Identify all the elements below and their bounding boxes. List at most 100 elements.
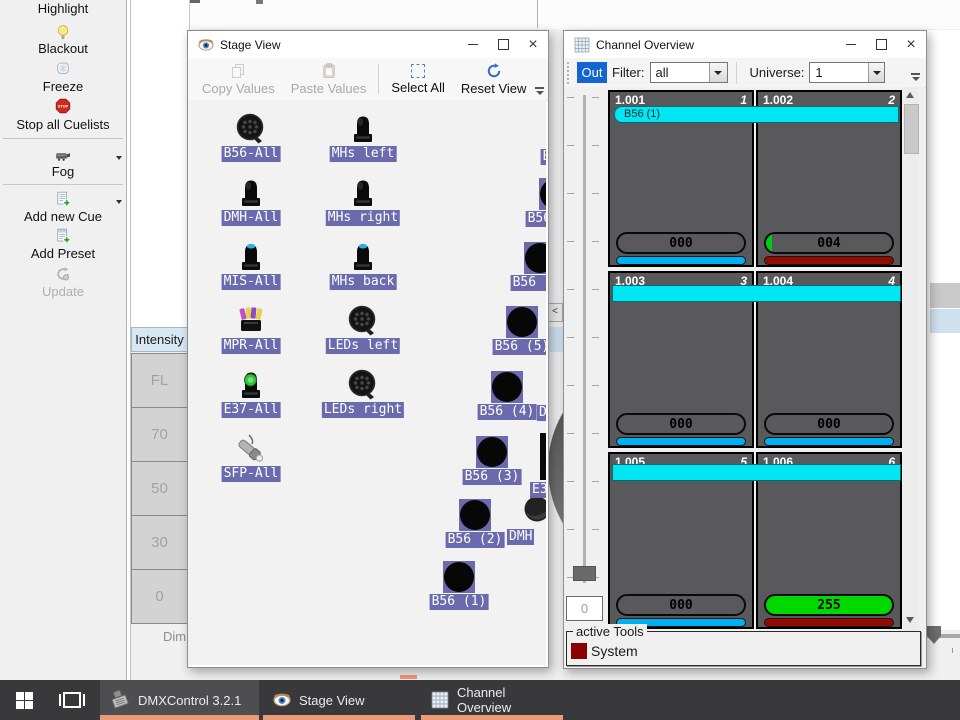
- channel-number: 2: [888, 93, 895, 107]
- toolbar-overflow-button[interactable]: [911, 73, 920, 81]
- fader-ticks-right: [592, 97, 599, 579]
- add-cue-icon: [55, 191, 71, 207]
- close-button[interactable]: ×: [896, 31, 926, 58]
- channel-color-bar: [764, 437, 894, 446]
- fixture-b56-6[interactable]: B56 (6): [524, 242, 546, 274]
- fixture-group-dmh-all[interactable]: DMH-All: [235, 177, 267, 209]
- start-button[interactable]: [0, 680, 48, 720]
- scroll-down-icon[interactable]: [906, 617, 914, 623]
- channel-number: 1: [740, 93, 747, 107]
- scrollbar[interactable]: [903, 87, 919, 632]
- fader-value-input[interactable]: 0: [566, 596, 603, 621]
- channel-value[interactable]: 255: [764, 594, 894, 616]
- fixture-group-sfp-all[interactable]: SFP-All: [235, 433, 267, 465]
- sidebar: Highlight Blackout Freeze Stop all Cueli…: [0, 0, 126, 680]
- stage-canvas[interactable]: B56-All MHs left DMH-All MHs right MIS-A…: [188, 100, 546, 665]
- chevron-down-icon[interactable]: [116, 156, 122, 160]
- fixture-group-mpr-all[interactable]: MPR-All: [235, 305, 267, 337]
- fixture-tag-band[interactable]: [612, 464, 901, 481]
- toolbar-overflow-button[interactable]: [535, 87, 544, 95]
- fixture-fragment[interactable]: [540, 433, 546, 480]
- fixture-group-b56-all[interactable]: B56-All: [235, 113, 267, 145]
- close-button[interactable]: ×: [518, 31, 548, 58]
- maximize-button[interactable]: [488, 31, 518, 58]
- scroll-up-icon[interactable]: [906, 92, 914, 98]
- minimize-button[interactable]: [458, 31, 488, 58]
- fixture-b56-2[interactable]: B56 (2): [459, 499, 491, 531]
- minimize-button[interactable]: [836, 31, 866, 58]
- fixture-group-mis-all[interactable]: MIS-All: [235, 241, 267, 273]
- taskbar-item-dmxcontrol[interactable]: DMXControl 3.2.1: [100, 680, 259, 720]
- sidebar-item-freeze[interactable]: Freeze: [0, 79, 126, 94]
- fixture-b56-5[interactable]: B56 (5): [506, 306, 538, 338]
- sidebar-item-blackout[interactable]: Blackout: [0, 41, 126, 56]
- channel-overview-window: Channel Overview × Out Filter: all Unive…: [563, 30, 927, 669]
- intensity-button-0[interactable]: 0: [131, 569, 188, 624]
- out-toggle-button[interactable]: Out: [577, 62, 607, 83]
- sidebar-item-fog[interactable]: Fog: [0, 164, 126, 179]
- tab-intensity[interactable]: Intensity: [131, 327, 188, 352]
- background-window-top: [131, 0, 960, 29]
- intensity-button-70[interactable]: 70: [131, 407, 188, 462]
- moving-head-green-icon: [235, 369, 267, 401]
- led-par-icon: [347, 369, 379, 401]
- fixture-b56-1[interactable]: B56 (1): [443, 561, 475, 593]
- window-title: Channel Overview: [596, 38, 694, 52]
- selected-circle-fixture-icon: [459, 499, 491, 531]
- chevron-down-icon: [709, 63, 727, 82]
- chevron-down-icon[interactable]: [116, 200, 122, 204]
- scrollbar-thumb[interactable]: [904, 104, 919, 154]
- fixture-group-mhs-left[interactable]: MHs left: [347, 113, 379, 145]
- active-tools-groupbox: active Tools System: [566, 631, 921, 666]
- sidebar-item-update[interactable]: Update: [0, 284, 126, 299]
- background-slider-handle[interactable]: [927, 626, 941, 644]
- fixture-b56-3[interactable]: B56 (3): [476, 436, 508, 468]
- reset-view-button[interactable]: Reset View: [453, 58, 535, 100]
- fixture-b56-7[interactable]: B56 (7): [539, 178, 546, 210]
- sidebar-item-add-new-cue[interactable]: Add new Cue: [0, 209, 126, 224]
- value-fill: [766, 234, 772, 252]
- channel-value[interactable]: 004: [764, 232, 894, 254]
- filter-select[interactable]: all: [650, 62, 728, 83]
- channel-value[interactable]: 000: [616, 413, 746, 435]
- sidebar-item-highlight[interactable]: Highlight: [0, 1, 126, 16]
- sidebar-item-add-preset[interactable]: Add Preset: [0, 246, 126, 261]
- intensity-button-30[interactable]: 30: [131, 515, 188, 570]
- channel-color-bar: [764, 618, 894, 627]
- fixture-group-leds-left[interactable]: LEDs left: [347, 305, 379, 337]
- copy-values-button[interactable]: Copy Values: [194, 58, 283, 100]
- toolbar-separator: [378, 64, 379, 94]
- fixture-group-mhs-back[interactable]: MHs back: [347, 241, 379, 273]
- universe-select[interactable]: 1: [809, 62, 885, 83]
- channel-overview-titlebar[interactable]: Channel Overview ×: [564, 31, 926, 58]
- maximize-button[interactable]: [866, 31, 896, 58]
- fixture-fragment-icon[interactable]: [524, 496, 546, 522]
- intensity-button-full[interactable]: FL: [131, 353, 188, 408]
- channel-value[interactable]: 000: [764, 413, 894, 435]
- fixture-group-mhs-right[interactable]: MHs right: [347, 177, 379, 209]
- channel-value[interactable]: 000: [616, 594, 746, 616]
- moving-head-icon: [235, 177, 267, 209]
- fader-track[interactable]: [583, 95, 586, 583]
- fixture-b56-4[interactable]: B56 (4): [491, 371, 523, 403]
- toolbar-drag-handle[interactable]: [567, 62, 572, 84]
- led-par-icon: [235, 113, 267, 145]
- fixture-tag-band[interactable]: B56 (1): [614, 106, 899, 123]
- task-view-button[interactable]: [48, 680, 96, 720]
- taskbar-item-stage-view[interactable]: Stage View: [263, 680, 415, 720]
- intensity-button-50[interactable]: 50: [131, 461, 188, 516]
- channel-value[interactable]: 000: [616, 232, 746, 254]
- fixture-tag-band[interactable]: [612, 285, 901, 302]
- paste-values-button[interactable]: Paste Values: [283, 58, 375, 100]
- taskbar-item-channel-overview[interactable]: Channel Overview: [421, 680, 563, 720]
- fader-handle[interactable]: [573, 566, 596, 581]
- collapse-panel-button[interactable]: <: [547, 303, 563, 322]
- select-all-button[interactable]: Select All: [383, 58, 452, 100]
- moving-head-cyan-icon: [235, 241, 267, 273]
- sidebar-item-stop-all-cuelists[interactable]: Stop all Cuelists: [0, 117, 126, 132]
- stage-view-toolbar: Copy Values Paste Values Select All Rese…: [188, 58, 548, 101]
- stage-view-window: Stage View × Copy Values Paste Values Se…: [187, 30, 549, 668]
- stage-view-titlebar[interactable]: Stage View ×: [188, 31, 548, 58]
- fixture-group-leds-right[interactable]: LEDs right: [347, 369, 379, 401]
- fixture-group-e37-all[interactable]: E37-All: [235, 369, 267, 401]
